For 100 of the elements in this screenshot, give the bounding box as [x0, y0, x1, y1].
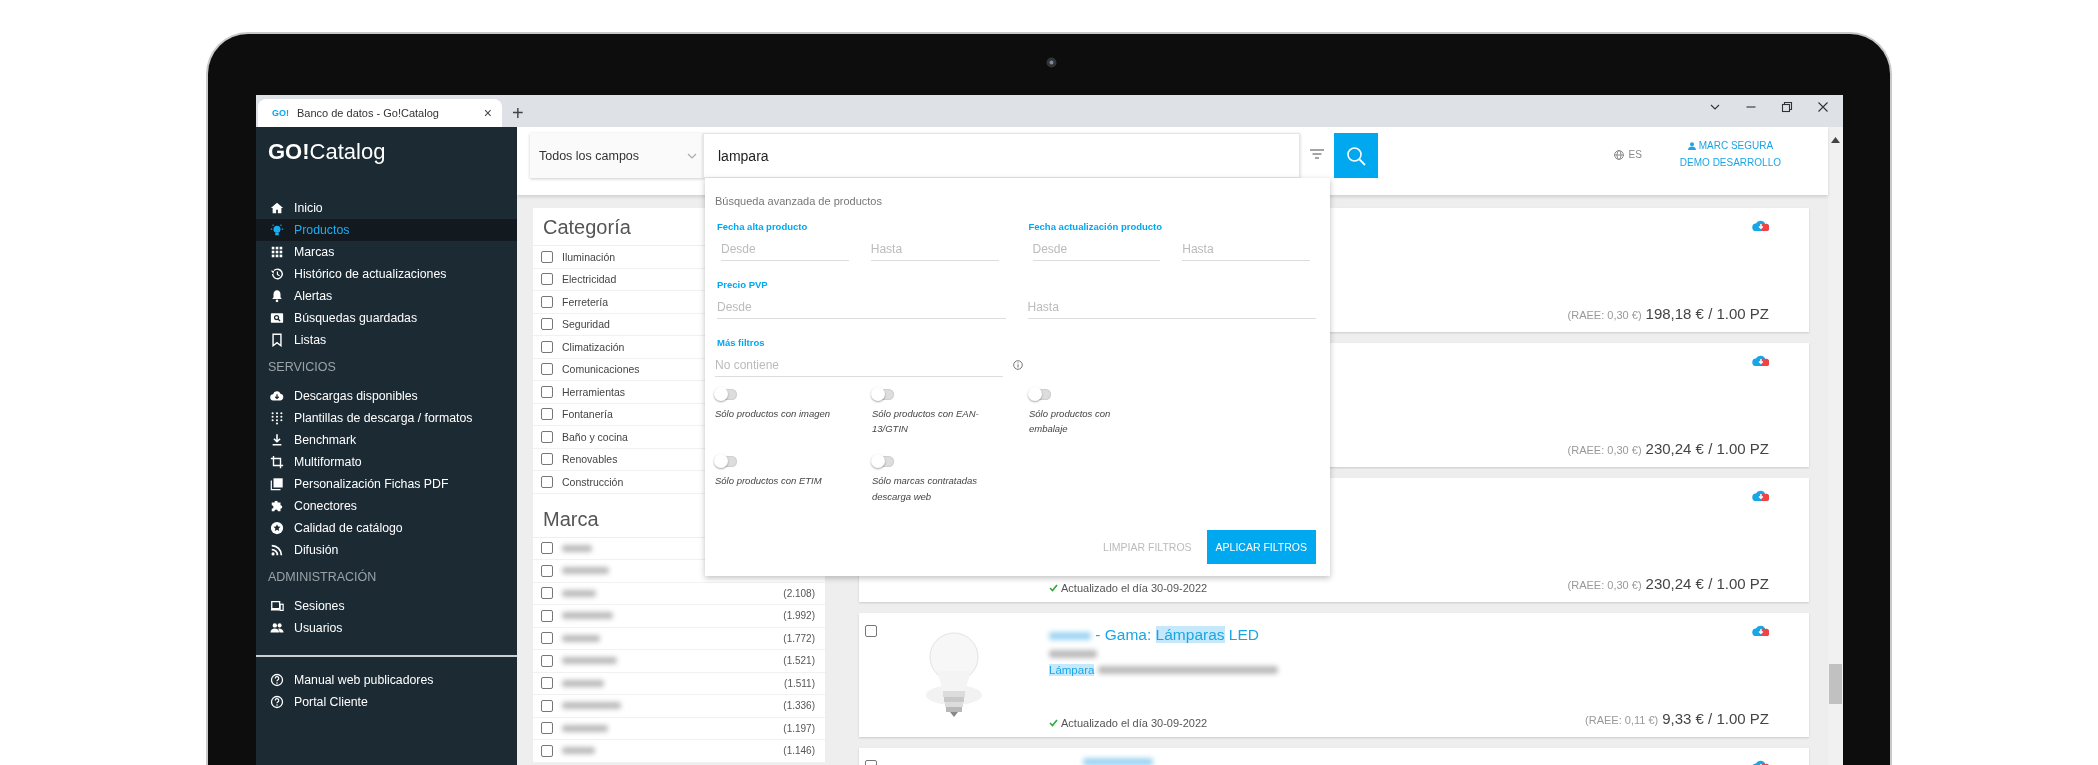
cloud-download-icon[interactable]	[1752, 489, 1769, 503]
sidebar-item[interactable]: Histórico de actualizaciones	[256, 263, 517, 285]
input-field[interactable]: Desde	[717, 295, 1006, 319]
field-label: Precio PVP	[717, 279, 769, 290]
search-button[interactable]	[1334, 133, 1378, 178]
dots-grid-icon	[270, 411, 284, 425]
blurred-brand-name	[562, 612, 613, 620]
checkbox[interactable]	[541, 273, 553, 286]
star-circle-icon	[270, 521, 284, 535]
category-label: Climatización	[562, 340, 625, 353]
sidebar-item[interactable]: Descargas disponibles	[256, 385, 517, 407]
checkbox[interactable]	[541, 654, 553, 667]
sidebar-item[interactable]: Marcas	[256, 241, 517, 263]
user-icon	[1687, 141, 1696, 150]
sidebar-item[interactable]: Productos	[256, 219, 517, 241]
toggle-switch[interactable]	[715, 389, 737, 400]
checkbox[interactable]	[541, 385, 553, 398]
sidebar-item[interactable]: Plantillas de descarga / formatos	[256, 407, 517, 429]
checkbox[interactable]	[541, 363, 553, 376]
sidebar-item[interactable]: Búsquedas guardadas	[256, 307, 517, 329]
toggle-switch[interactable]	[1029, 389, 1051, 400]
search-scope-select[interactable]: Todos los campos	[530, 133, 703, 178]
section-heading: SERVICIOS	[268, 360, 337, 376]
download-icon	[270, 433, 284, 447]
search-icon	[270, 311, 284, 325]
sidebar-item[interactable]: Inicio	[256, 197, 517, 219]
restore-icon[interactable]	[1781, 101, 1793, 113]
new-tab-button[interactable]: +	[512, 103, 524, 123]
checkbox[interactable]	[865, 625, 877, 637]
sidebar-item[interactable]: Multiformato	[256, 451, 517, 473]
checkbox[interactable]	[541, 453, 553, 466]
people-icon	[270, 621, 284, 635]
toggle-switch[interactable]	[715, 456, 737, 468]
checkbox[interactable]	[541, 632, 553, 645]
category-label: Construcción	[562, 475, 624, 488]
sidebar-item[interactable]: Portal Cliente	[256, 691, 517, 713]
toggle-label: Sólo productos con embalaje	[1029, 407, 1112, 437]
brand-count: (1.772)	[783, 632, 815, 644]
info-icon	[1013, 360, 1023, 370]
sidebar-item[interactable]: Difusión	[256, 539, 517, 561]
field-label: Fecha alta producto	[717, 221, 809, 232]
checkbox[interactable]	[541, 475, 553, 488]
brand-count: (1.992)	[783, 610, 815, 622]
sidebar-item[interactable]: Calidad de catálogo	[256, 517, 517, 539]
sidebar-item[interactable]: Manual web publicadores	[256, 669, 517, 691]
cloud-download-icon[interactable]	[1752, 219, 1769, 233]
checkbox[interactable]	[541, 564, 553, 577]
language-selector[interactable]: ES	[1613, 149, 1642, 160]
toggle-switch[interactable]	[872, 389, 894, 400]
scrollbar-thumb[interactable]	[1829, 664, 1842, 704]
cloud-download-icon[interactable]	[1752, 624, 1769, 638]
input-field[interactable]: Hasta	[1027, 295, 1316, 319]
checkbox[interactable]	[541, 744, 553, 757]
sidebar-item[interactable]: Listas	[256, 329, 517, 351]
browser-tab[interactable]: GO! Banco de datos - Go!Catalog ×	[258, 99, 502, 127]
section-heading: ADMINISTRACIÓN	[268, 570, 378, 586]
input-field[interactable]: Hasta	[1182, 237, 1310, 261]
close-tab-button[interactable]: ×	[483, 106, 492, 120]
toggle-switch[interactable]	[872, 456, 894, 468]
brand-count: (1.511)	[784, 677, 815, 689]
help-icon	[270, 695, 284, 709]
checkbox[interactable]	[541, 430, 553, 443]
blurred-brand-name	[562, 544, 592, 552]
sidebar-item[interactable]: Benchmark	[256, 429, 517, 451]
product-card[interactable]: - Gama: Lámparas LED Lámpara Actualizado el día 30-09-2022 (RAEE: 0,11 €) 9,33 € / 1.00 PZ	[859, 613, 1809, 737]
checkbox[interactable]	[541, 699, 553, 712]
sidebar-item[interactable]: Conectores	[256, 495, 517, 517]
checkbox[interactable]	[541, 295, 553, 308]
sidebar-item[interactable]: Sesiones	[256, 595, 517, 617]
checkbox[interactable]	[541, 722, 553, 735]
checkbox[interactable]	[541, 318, 553, 331]
panel-title: Búsqueda avanzada de productos	[715, 195, 883, 207]
cloud-download-icon[interactable]	[1752, 354, 1769, 368]
sidebar-item[interactable]: Alertas	[256, 285, 517, 307]
checkbox[interactable]	[541, 587, 553, 600]
sidebar-item[interactable]: Usuarios	[256, 617, 517, 639]
brand-count: (1.336)	[783, 700, 815, 712]
scroll-up-icon	[1831, 137, 1840, 143]
camera-icon	[1046, 57, 1057, 68]
crop-icon	[270, 455, 284, 469]
input-field[interactable]: Desde	[1032, 237, 1161, 261]
toggle-label: Sólo productos con imagen	[715, 407, 832, 421]
category-label: Comunicaciones	[562, 363, 640, 376]
filter-icon[interactable]	[1310, 149, 1324, 159]
sidebar-item[interactable]: Personalización Fichas PDF	[256, 473, 517, 495]
input-field[interactable]: Desde	[721, 237, 849, 261]
checkbox[interactable]	[541, 677, 553, 690]
category-label: Seguridad	[562, 318, 610, 331]
product-price: 9,33 € / 1.00 PZ	[1662, 710, 1769, 727]
checkbox[interactable]	[541, 408, 553, 421]
checkbox[interactable]	[541, 250, 553, 263]
checkbox[interactable]	[541, 609, 553, 622]
checkbox[interactable]	[541, 340, 553, 353]
checkbox[interactable]	[541, 542, 553, 555]
update-date: Actualizado el día 30-09-2022	[1061, 717, 1208, 729]
search-field[interactable]: lampara	[703, 133, 1300, 178]
input-field[interactable]: No contiene	[715, 353, 1003, 377]
close-icon[interactable]	[1817, 101, 1829, 113]
input-field[interactable]: Hasta	[870, 237, 999, 261]
app-logo[interactable]: GO!Catalog	[268, 139, 517, 169]
